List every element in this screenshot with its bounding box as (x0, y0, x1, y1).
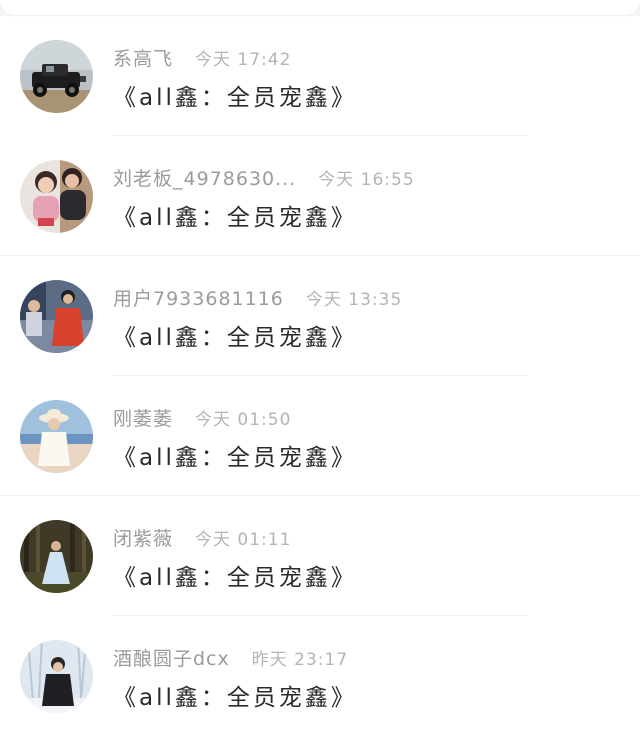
avatar[interactable] (20, 40, 93, 113)
comment-item[interactable]: 刚萎萎 今天 01:50 《all鑫：全员宠鑫》 (0, 376, 640, 496)
comment-text: 《all鑫：全员宠鑫》 (113, 685, 357, 711)
comment-meta: 刘老板_4978630... 今天 16:55 (113, 164, 415, 190)
comment-meta: 用户7933681116 今天 13:35 (113, 284, 402, 310)
avatar[interactable] (20, 160, 93, 233)
comment-meta: 酒酿圆子dcx 昨天 23:17 (113, 644, 348, 670)
avatar[interactable] (20, 520, 93, 593)
comment-meta: 系高飞 今天 17:42 (113, 44, 291, 70)
forest-dress-photo-icon (20, 520, 93, 593)
comment-item[interactable]: 用户7933681116 今天 13:35 《all鑫：全员宠鑫》 (0, 256, 640, 376)
avatar[interactable] (20, 400, 93, 473)
comment-text: 《all鑫：全员宠鑫》 (113, 205, 357, 231)
username[interactable]: 闭紫薇 (113, 528, 173, 550)
avatar[interactable] (20, 280, 93, 353)
vintage-car-photo-icon (20, 40, 93, 113)
timestamp: 今天 17:42 (195, 50, 292, 70)
comment-list: 系高飞 今天 17:42 《all鑫：全员宠鑫》 刘老板_4978630... 今天… (0, 16, 640, 736)
comment-meta: 闭紫薇 今天 01:11 (113, 524, 291, 550)
comment-text: 《all鑫：全员宠鑫》 (113, 85, 357, 111)
timestamp: 今天 01:11 (195, 530, 292, 550)
comment-text: 《all鑫：全员宠鑫》 (113, 445, 357, 471)
comment-item[interactable]: 闭紫薇 今天 01:11 《all鑫：全员宠鑫》 (0, 496, 640, 616)
username[interactable]: 用户7933681116 (113, 288, 284, 310)
timestamp: 昨天 23:17 (251, 650, 349, 670)
two-girls-photo-icon (20, 160, 93, 233)
comment-meta: 刚萎萎 今天 01:50 (113, 404, 291, 430)
username[interactable]: 系高飞 (113, 48, 173, 70)
avatar[interactable] (20, 640, 93, 713)
username[interactable]: 酒酿圆子dcx (113, 648, 230, 670)
previous-card-edge (0, 0, 640, 15)
comment-text: 《all鑫：全员宠鑫》 (113, 325, 357, 351)
timestamp: 今天 16:55 (318, 170, 415, 190)
timestamp: 今天 13:35 (305, 290, 403, 310)
comment-item[interactable]: 系高飞 今天 17:42 《all鑫：全员宠鑫》 (0, 16, 640, 136)
red-coat-photo-icon (20, 280, 93, 353)
username[interactable]: 刚萎萎 (113, 408, 173, 430)
winter-boy-photo-icon (20, 640, 93, 713)
sun-hat-girl-photo-icon (20, 400, 93, 473)
comment-item[interactable]: 刘老板_4978630... 今天 16:55 《all鑫：全员宠鑫》 (0, 136, 640, 256)
username[interactable]: 刘老板_4978630... (113, 168, 296, 190)
timestamp: 今天 01:50 (195, 410, 292, 430)
comment-text: 《all鑫：全员宠鑫》 (113, 565, 357, 591)
comment-item[interactable]: 酒酿圆子dcx 昨天 23:17 《all鑫：全员宠鑫》 (0, 616, 640, 736)
